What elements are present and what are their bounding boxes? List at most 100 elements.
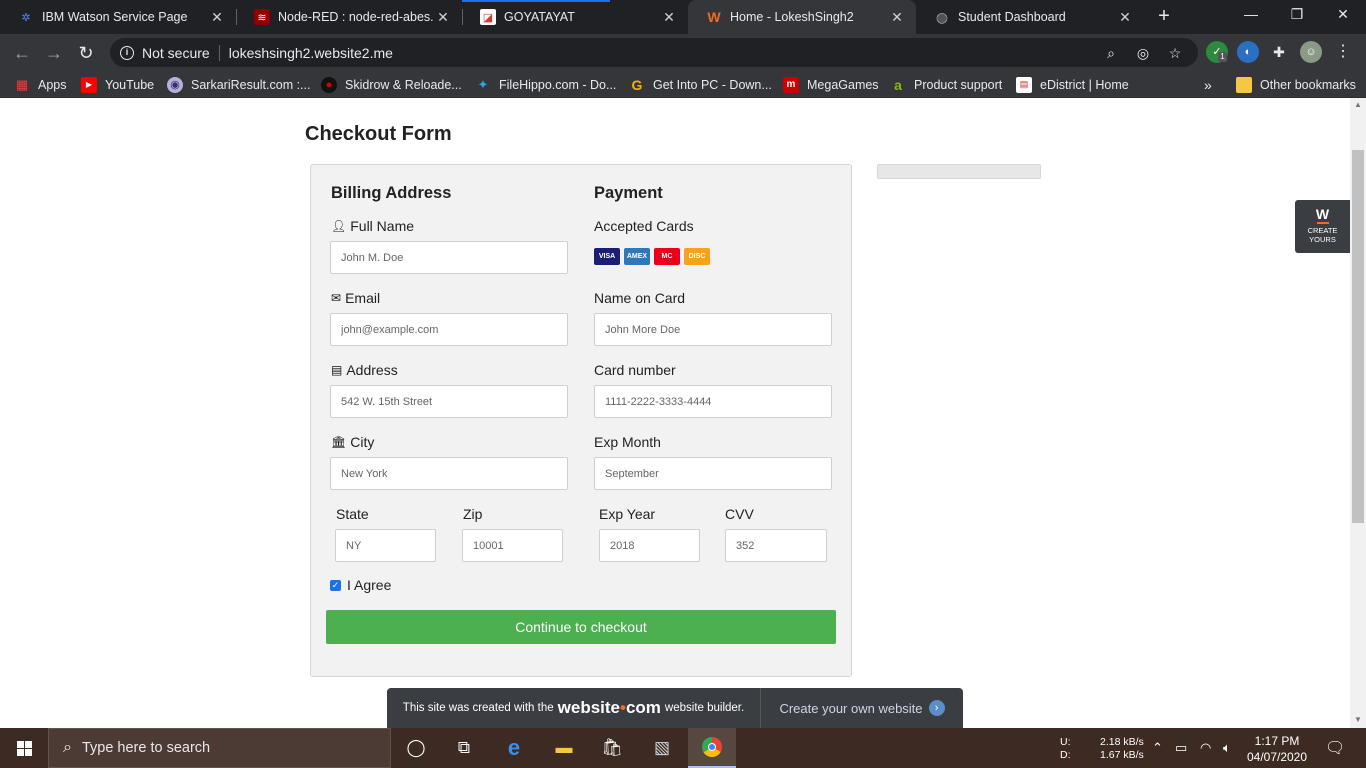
tab-goyatayat[interactable]: ◪ GOYATAYAT ✕ [462, 0, 688, 34]
volume-icon[interactable]: 🔈︎ [1223, 740, 1231, 756]
battery-icon[interactable]: ▭ [1175, 740, 1187, 756]
city-input[interactable] [330, 457, 568, 490]
bookmark-other[interactable]: Other bookmarks [1236, 71, 1356, 98]
globe-extension-icon[interactable]: ◐ [1237, 41, 1259, 63]
website-w-icon: W [1315, 206, 1330, 222]
state-input[interactable] [335, 529, 436, 562]
avatar[interactable]: ☺ [1300, 41, 1322, 63]
goyatayat-icon: ◪ [480, 9, 496, 25]
institution-icon: 🏛︎ [331, 435, 347, 449]
extension-badge: 1 [1218, 52, 1227, 62]
create-yours-badge[interactable]: W CREATE YOURS [1295, 200, 1350, 253]
shield-extension-icon[interactable]: ✓ 1 [1206, 41, 1228, 63]
new-tab-button[interactable]: + [1152, 6, 1176, 28]
close-icon[interactable]: ✕ [434, 9, 452, 26]
bookmark-apps[interactable]: ▦ Apps [14, 71, 67, 98]
bookmark-label: FileHippo.com - Do... [499, 77, 617, 92]
back-arrow-icon[interactable]: ← [9, 40, 35, 66]
close-icon[interactable]: ✕ [208, 9, 226, 26]
taskbar-search-box[interactable]: ⌕ Type here to search [48, 728, 391, 768]
agree-checkbox[interactable]: ✓ [330, 579, 341, 591]
agree-label: I Agree [347, 577, 392, 593]
city-label-text: City [350, 434, 375, 450]
full-name-input[interactable] [330, 241, 568, 274]
bookmark-sarkariresult[interactable]: ◉ SarkariResult.com :... [167, 71, 310, 98]
bookmark-label: SarkariResult.com :... [191, 77, 311, 92]
name-on-card-input[interactable] [594, 313, 832, 346]
youtube-icon: ▶ [81, 76, 97, 93]
page-title: Checkout Form [305, 123, 452, 145]
chrome-icon[interactable] [688, 728, 736, 768]
bookmark-youtube[interactable]: ▶ YouTube [81, 71, 154, 98]
bookmark-edistrict[interactable]: ▤ eDistrict | Home [1016, 71, 1129, 98]
star-bookmark-icon[interactable]: ☆ [1164, 42, 1186, 64]
envelope-icon: ✉ [331, 291, 342, 305]
bookmark-megagames[interactable]: m MegaGames [783, 71, 879, 98]
zip-label: Zip [463, 506, 483, 522]
tab-ibm-watson[interactable]: ✲ IBM Watson Service Page ✕ [0, 0, 236, 34]
minimize-button[interactable]: — [1228, 0, 1274, 30]
cortana-circle-icon[interactable]: ◯ [392, 728, 440, 768]
tab-title: GOYATAYAT [504, 10, 575, 24]
full-name-label-text: Full Name [350, 218, 415, 234]
cvv-input[interactable] [725, 529, 827, 562]
bookmark-getintopc[interactable]: G Get Into PC - Down... [629, 71, 772, 98]
tab-node-red[interactable]: ≋ Node-RED : node-red-abes.eu ✕ [236, 0, 462, 34]
exp-month-input[interactable] [594, 457, 832, 490]
windows-start-button[interactable] [0, 728, 48, 768]
chevron-up-icon[interactable]: ⌃ [1152, 740, 1163, 756]
restore-button[interactable]: ❐ [1274, 0, 1320, 30]
address-bar[interactable]: i Not secure lokeshsingh2.website2.me ⌕ … [110, 38, 1198, 67]
eye-off-icon[interactable]: ◎ [1132, 42, 1154, 64]
reload-icon[interactable]: ↻ [73, 40, 99, 66]
notifications-icon[interactable]: 🗨︎ [1325, 738, 1345, 758]
agree-checkbox-row[interactable]: ✓ I Agree [330, 577, 391, 593]
bookmark-product-support[interactable]: a Product support [890, 71, 1002, 98]
tab-home-lokeshsingh2[interactable]: W Home - LokeshSingh2 ✕ [688, 0, 916, 34]
store-icon[interactable]: 🛍︎ [588, 728, 636, 768]
bookmark-label: Skidrow & Reloade... [345, 77, 462, 92]
resource-monitor-icon[interactable]: ▧ [638, 728, 686, 768]
net-download-label: D: [1060, 749, 1071, 761]
bookmarks-bar: ▦ Apps ▶ YouTube ◉ SarkariResult.com :..… [0, 71, 1366, 98]
url-text[interactable]: lokeshsingh2.website2.me [229, 45, 393, 61]
bookmark-label: Product support [914, 77, 1003, 92]
bookmark-skidrow[interactable]: ● Skidrow & Reloade... [321, 71, 462, 98]
close-icon[interactable]: ✕ [660, 9, 678, 26]
bookmark-label: Get Into PC - Down... [653, 77, 772, 92]
city-label: 🏛︎ City [331, 434, 374, 450]
website-builder-promo-bar: This site was created with the website•c… [387, 688, 963, 728]
card-number-input[interactable] [594, 385, 832, 418]
address-input[interactable] [330, 385, 568, 418]
file-explorer-icon[interactable]: ▬ [540, 728, 588, 768]
system-clock[interactable]: 1:17 PM 04/07/2020 [1246, 733, 1308, 765]
skidrow-icon: ● [321, 76, 337, 93]
promo-message[interactable]: This site was created with the website•c… [387, 688, 761, 728]
close-icon[interactable]: ✕ [888, 9, 906, 26]
close-window-button[interactable]: ✕ [1320, 0, 1366, 30]
puzzle-extensions-icon[interactable]: ✚ [1268, 41, 1290, 63]
exp-year-input[interactable] [599, 529, 700, 562]
create-own-website-link[interactable]: Create your own website › [761, 688, 963, 728]
close-icon[interactable]: ✕ [1116, 9, 1134, 26]
scroll-down-arrow-icon[interactable]: ▼ [1350, 713, 1366, 727]
zoom-search-icon[interactable]: ⌕ [1100, 42, 1122, 64]
bookmarks-overflow-button[interactable]: » [1204, 71, 1212, 98]
amex-card-icon: AMEX [624, 248, 650, 265]
info-icon[interactable]: i [120, 45, 134, 60]
zip-input[interactable] [462, 529, 563, 562]
wifi-icon[interactable]: ◠ [1200, 740, 1211, 756]
windows-logo-icon [16, 740, 32, 756]
edge-browser-icon[interactable]: e [490, 728, 538, 768]
tab-student-dashboard[interactable]: ◍ Student Dashboard ✕ [916, 0, 1144, 34]
full-name-label: 👤︎ Full Name [331, 218, 414, 234]
menu-kebab-icon[interactable]: ⋮ [1332, 41, 1354, 63]
task-view-icon[interactable]: ⧉ [440, 728, 488, 768]
scroll-up-arrow-icon[interactable]: ▲ [1350, 98, 1366, 112]
forward-arrow-icon[interactable]: → [41, 40, 67, 66]
email-input[interactable] [330, 313, 568, 346]
tab-title: Node-RED : node-red-abes.eu [278, 10, 434, 24]
continue-to-checkout-button[interactable]: Continue to checkout [326, 610, 836, 644]
bookmark-filehippo[interactable]: ✦ FileHippo.com - Do... [475, 71, 617, 98]
scrollbar-thumb[interactable] [1352, 150, 1364, 523]
